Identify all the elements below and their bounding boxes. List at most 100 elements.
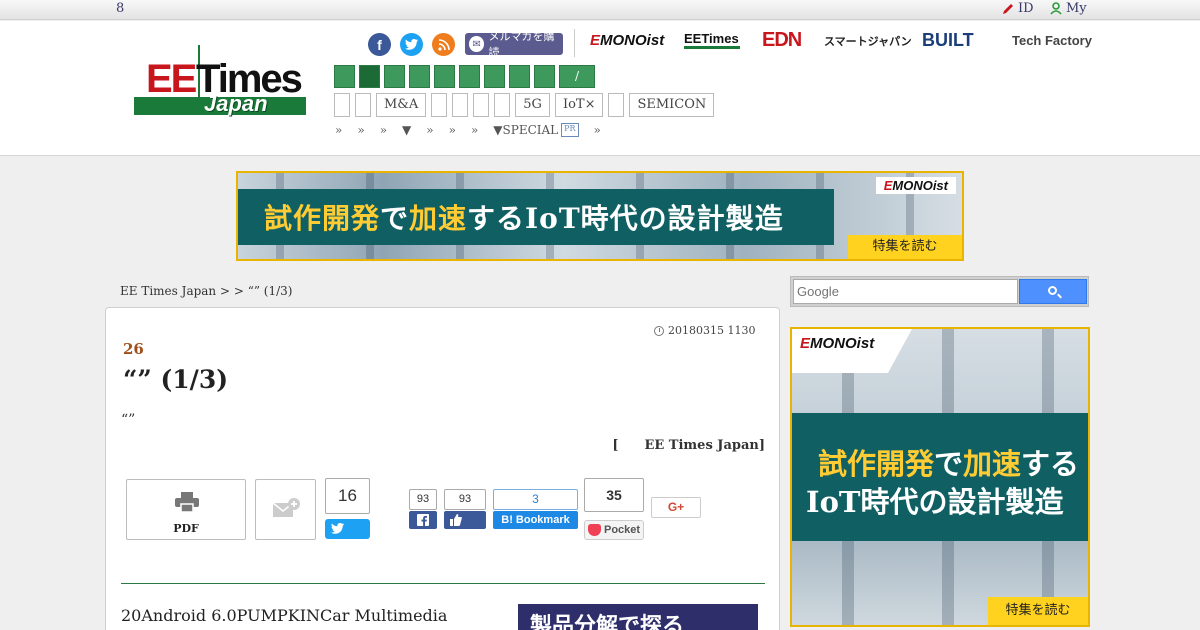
hatena-bookmark-button[interactable]: B! Bookmark	[493, 511, 578, 529]
rss-icon[interactable]	[432, 33, 455, 56]
ee-times-japan-logo[interactable]: EE Times Japan	[134, 45, 306, 121]
thumbs-up-icon	[450, 514, 462, 526]
search-button[interactable]	[1019, 279, 1087, 304]
article-lead: “”	[121, 412, 136, 428]
topic-tag[interactable]	[431, 93, 448, 117]
article-title: “” (1/3)	[123, 365, 229, 394]
global-nav-item[interactable]: /	[559, 65, 595, 88]
top-bar-count: 8	[116, 1, 125, 16]
sub-nav-item[interactable]: »	[594, 123, 601, 137]
global-nav-item[interactable]	[509, 65, 530, 88]
sidebar-ad-read-button[interactable]: 特集を読む	[988, 597, 1088, 625]
partner-edn[interactable]: EDN	[762, 29, 806, 52]
pencil-icon	[1003, 3, 1013, 14]
partner-sites: EMONOist EETimes EDN スマートジャパン BUILT Tech…	[590, 29, 1092, 52]
breadcrumb[interactable]: EE Times Japan > > “” (1/3)	[120, 284, 292, 298]
newsletter-button[interactable]: ✉ メルマガを購読	[465, 30, 563, 59]
global-nav-item[interactable]	[534, 65, 555, 88]
topic-tag[interactable]: M&A	[376, 93, 427, 117]
facebook-share-count: 93	[409, 489, 437, 510]
twitter-icon[interactable]	[400, 33, 423, 56]
sub-nav-item[interactable]: »	[335, 123, 342, 137]
partner-built[interactable]: BUILT	[922, 30, 994, 51]
user-icon	[1050, 2, 1062, 15]
monoist-prefix: E	[590, 32, 601, 49]
topic-tag[interactable]	[355, 93, 371, 117]
sub-nav-item[interactable]: »	[449, 123, 456, 137]
sidebar-monoist-logo: EMONOist	[800, 335, 874, 352]
topic-tag[interactable]	[452, 93, 469, 117]
banner-headline-part: 試作開発	[264, 202, 381, 235]
top-bar: 8 ID My	[0, 0, 1200, 20]
top-banner-ad[interactable]: 試作開発で加速するIoT時代の設計製造 EMONOist 特集を読む	[236, 171, 964, 261]
sub-nav-item[interactable]: »	[357, 123, 364, 137]
topic-tag[interactable]	[494, 93, 511, 117]
partner-smartjapan[interactable]: スマートジャパン	[824, 33, 912, 49]
article-card: 20180315 1130 26 “” (1/3) “” [EE Times J…	[105, 307, 780, 630]
sidebar-ad-headline-2: IoT時代の設計製造	[806, 485, 1064, 519]
topic-tag[interactable]: SEMICON	[629, 93, 715, 117]
google-search-box	[790, 276, 1089, 307]
sidebar-headline-part: する	[1021, 447, 1080, 481]
logo-ee: EE	[146, 57, 197, 101]
topic-tag[interactable]: IoT×	[554, 93, 604, 117]
site-header: EE Times Japan f ✉ メルマガを購読 EMONOist EETi…	[0, 21, 1200, 156]
pdf-button[interactable]: PDF	[126, 479, 246, 540]
social-links: f	[368, 33, 455, 56]
sidebar-headline-part: 加速	[963, 447, 1022, 481]
google-plus-button[interactable]: G+	[651, 497, 701, 518]
pocket-button[interactable]: Pocket	[584, 520, 644, 540]
newsletter-label: メルマガを購読	[488, 30, 555, 59]
pocket-icon	[588, 524, 601, 536]
partner-eetimes[interactable]: EETimes	[684, 32, 740, 49]
sub-nav-item[interactable]: »	[471, 123, 478, 137]
search-input[interactable]	[793, 279, 1018, 304]
topic-tag[interactable]	[473, 93, 490, 117]
banner-monoist-label: MONOist	[892, 178, 948, 193]
publish-date: 20180315 1130	[654, 324, 755, 337]
sub-nav-special[interactable]: ▼SPECIAL	[493, 123, 558, 137]
global-nav: /	[334, 65, 595, 88]
publish-date-text: 20180315 1130	[668, 324, 756, 337]
twitter-share-button[interactable]	[325, 519, 370, 539]
my-link[interactable]: My	[1050, 1, 1087, 16]
sub-nav-item[interactable]: ▼	[402, 123, 411, 137]
facebook-icon[interactable]: f	[368, 33, 391, 56]
global-nav-item[interactable]	[484, 65, 505, 88]
banner-read-button[interactable]: 特集を読む	[848, 235, 962, 259]
global-nav-item[interactable]	[334, 65, 355, 88]
pocket-count: 35	[584, 478, 644, 512]
partner-monoist[interactable]: EMONOist	[590, 32, 670, 49]
series-label[interactable]: 26	[123, 340, 144, 358]
hatena-bookmark-count: 3	[493, 489, 578, 510]
global-nav-item[interactable]	[434, 65, 455, 88]
global-nav-item[interactable]	[459, 65, 480, 88]
topic-tag[interactable]: 5G	[515, 93, 550, 117]
like-button[interactable]	[444, 511, 486, 529]
header-divider	[574, 29, 575, 57]
twitter-share-count: 16	[325, 478, 370, 514]
clock-icon	[654, 325, 664, 336]
like-count: 93	[444, 489, 486, 510]
sub-nav: » » » ▼ » » » ▼SPECIAL PR »	[335, 123, 616, 137]
partner-techfactory[interactable]: Tech Factory	[1012, 34, 1092, 47]
facebook-icon	[417, 514, 429, 526]
mail-add-icon	[273, 498, 300, 517]
global-nav-item[interactable]	[409, 65, 430, 88]
sub-nav-item[interactable]: »	[380, 123, 387, 137]
sidebar-ad-headline-1: 試作開発で加速する	[818, 441, 1079, 483]
topic-tag[interactable]	[608, 93, 625, 117]
banner-headline: 試作開発で加速するIoT時代の設計製造	[264, 197, 784, 237]
global-nav-item[interactable]	[384, 65, 405, 88]
topic-tag[interactable]	[334, 93, 350, 117]
global-nav-item[interactable]	[359, 65, 380, 88]
inline-promo-ad[interactable]: 製品分解で探る	[518, 604, 758, 630]
clip-button[interactable]	[255, 479, 316, 540]
facebook-share-button[interactable]	[409, 511, 437, 529]
sidebar-ad[interactable]: EMONOist 試作開発で加速する IoT時代の設計製造 特集を読む	[790, 327, 1090, 627]
banner-headline-part: 加速	[409, 202, 468, 235]
article-divider	[121, 583, 765, 584]
id-link[interactable]: ID	[1002, 1, 1034, 16]
sub-nav-item[interactable]: »	[426, 123, 433, 137]
article-body-text: 20Android 6.0PUMPKINCar Multimedia	[121, 606, 448, 625]
